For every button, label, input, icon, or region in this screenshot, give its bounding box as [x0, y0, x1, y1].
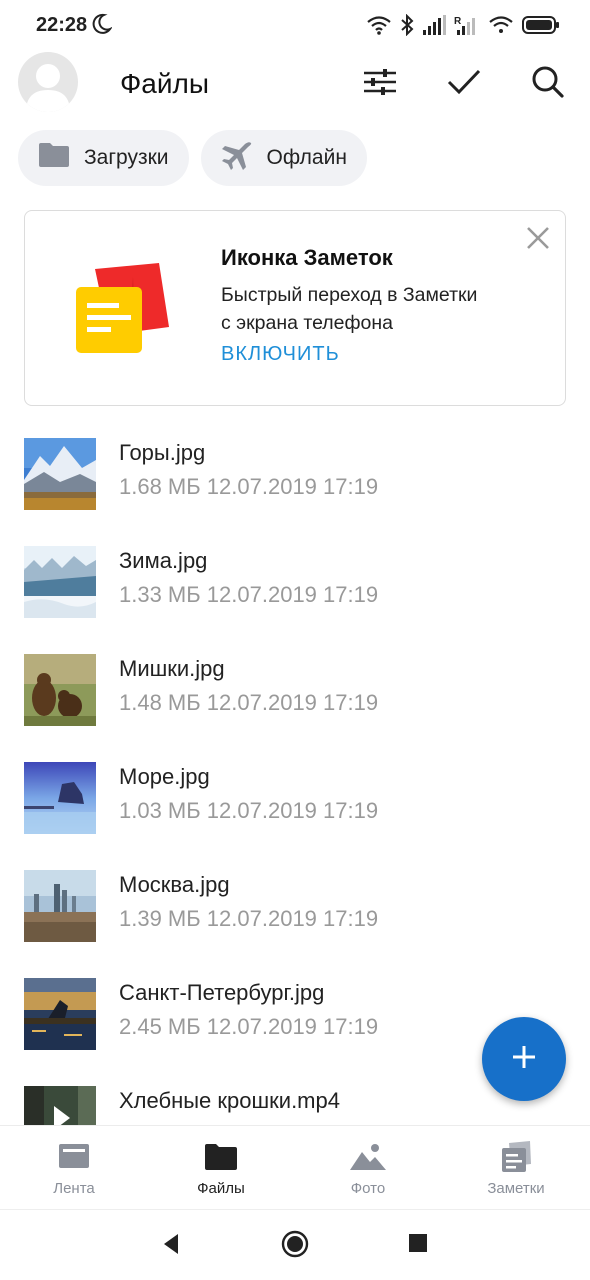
- recents-icon[interactable]: [408, 1232, 428, 1259]
- status-bar: 22:28 R: [0, 0, 590, 52]
- status-time: 22:28: [36, 14, 88, 36]
- bottom-navigation: Лента Файлы Фото Заметки: [0, 1125, 590, 1209]
- file-thumbnail: [24, 978, 96, 1050]
- nav-label: Файлы: [197, 1180, 245, 1197]
- add-button[interactable]: [482, 1017, 566, 1101]
- search-icon[interactable]: [530, 64, 566, 100]
- file-meta: 1.33 МБ 12.07.2019 17:19: [119, 582, 379, 607]
- file-row[interactable]: Зима.jpg 1.33 МБ 12.07.2019 17:19: [0, 528, 590, 636]
- chip-label: Загрузки: [84, 146, 169, 169]
- settings-sliders-icon[interactable]: [362, 64, 398, 100]
- file-meta: 1.48 МБ 12.07.2019 17:19: [119, 690, 379, 715]
- file-name: Горы.jpg: [119, 440, 206, 465]
- nav-item-notes[interactable]: Заметки: [456, 1140, 576, 1197]
- file-meta: 1.68 МБ 12.07.2019 17:19: [119, 474, 379, 499]
- notes-icon: [502, 1141, 531, 1172]
- notes-app-icon: [73, 259, 173, 364]
- file-row[interactable]: Море.jpg 1.03 МБ 12.07.2019 17:19: [0, 744, 590, 852]
- enable-button[interactable]: ВКЛЮЧИТЬ: [221, 343, 340, 366]
- airplane-icon: [221, 140, 253, 176]
- promo-text-line: с экрана телефона: [221, 312, 394, 334]
- moon-icon: [92, 13, 113, 40]
- wifi-hotspot-icon: [488, 15, 514, 40]
- promo-title: Иконка Заметок: [221, 245, 393, 270]
- file-name: Зима.jpg: [119, 548, 208, 573]
- folder-icon: [205, 1144, 237, 1170]
- nav-item-feed[interactable]: Лента: [14, 1140, 134, 1197]
- promo-text: Быстрый переход в Заметки с экрана телеф…: [221, 281, 541, 337]
- file-meta: 1.03 МБ 12.07.2019 17:19: [119, 798, 379, 823]
- file-thumbnail: [24, 546, 96, 618]
- nav-label: Лента: [53, 1180, 95, 1197]
- file-thumbnail: [24, 1086, 96, 1125]
- nav-item-files[interactable]: Файлы: [161, 1140, 281, 1197]
- file-row[interactable]: Горы.jpg 1.68 МБ 12.07.2019 17:19: [0, 420, 590, 528]
- file-name: Мишки.jpg: [119, 656, 225, 681]
- photo-icon: [350, 1144, 386, 1170]
- chip-label: Офлайн: [266, 146, 347, 169]
- checkmark-icon[interactable]: [446, 64, 482, 100]
- nav-item-photo[interactable]: Фото: [308, 1140, 428, 1197]
- file-thumbnail: [24, 438, 96, 510]
- home-icon[interactable]: [281, 1230, 309, 1263]
- status-icons: R: [366, 13, 560, 41]
- app-header: Файлы: [0, 52, 590, 116]
- wifi-icon: [366, 15, 392, 40]
- file-row[interactable]: Москва.jpg 1.39 МБ 12.07.2019 17:19: [0, 852, 590, 960]
- avatar[interactable]: [18, 52, 78, 112]
- battery-icon: [522, 15, 560, 40]
- file-thumbnail: [24, 870, 96, 942]
- file-name: Хлебные крошки.mp4: [119, 1088, 340, 1113]
- chip-offline[interactable]: Офлайн: [200, 130, 367, 186]
- promo-card: Иконка Заметок Быстрый переход в Заметки…: [24, 210, 566, 406]
- file-thumbnail: [24, 654, 96, 726]
- file-row[interactable]: Мишки.jpg 1.48 МБ 12.07.2019 17:19: [0, 636, 590, 744]
- back-icon[interactable]: [160, 1232, 182, 1261]
- nav-label: Заметки: [487, 1180, 545, 1197]
- page-title: Файлы: [120, 68, 209, 99]
- plus-icon: [511, 1044, 537, 1075]
- file-thumbnail: [24, 762, 96, 834]
- promo-text-line: Быстрый переход в Заметки: [221, 284, 478, 306]
- svg-text:R: R: [454, 16, 462, 27]
- file-list: Горы.jpg 1.68 МБ 12.07.2019 17:19 Зима.j…: [0, 420, 590, 1125]
- system-navigation: [0, 1209, 590, 1280]
- file-name: Москва.jpg: [119, 872, 230, 897]
- bluetooth-icon: [400, 13, 414, 41]
- folder-icon: [38, 142, 70, 174]
- file-name: Санкт-Петербург.jpg: [119, 980, 325, 1005]
- chip-downloads[interactable]: Загрузки: [18, 130, 189, 186]
- file-name: Море.jpg: [119, 764, 210, 789]
- file-meta: 1.39 МБ 12.07.2019 17:19: [119, 906, 379, 931]
- file-meta: 2.45 МБ 12.07.2019 17:19: [119, 1014, 379, 1039]
- filter-chips: Загрузки Офлайн: [18, 130, 367, 186]
- feed-icon: [59, 1144, 89, 1168]
- signal-icon: [422, 15, 446, 40]
- close-icon[interactable]: [525, 225, 551, 251]
- signal-r-icon: R: [454, 15, 480, 40]
- nav-label: Фото: [350, 1180, 386, 1197]
